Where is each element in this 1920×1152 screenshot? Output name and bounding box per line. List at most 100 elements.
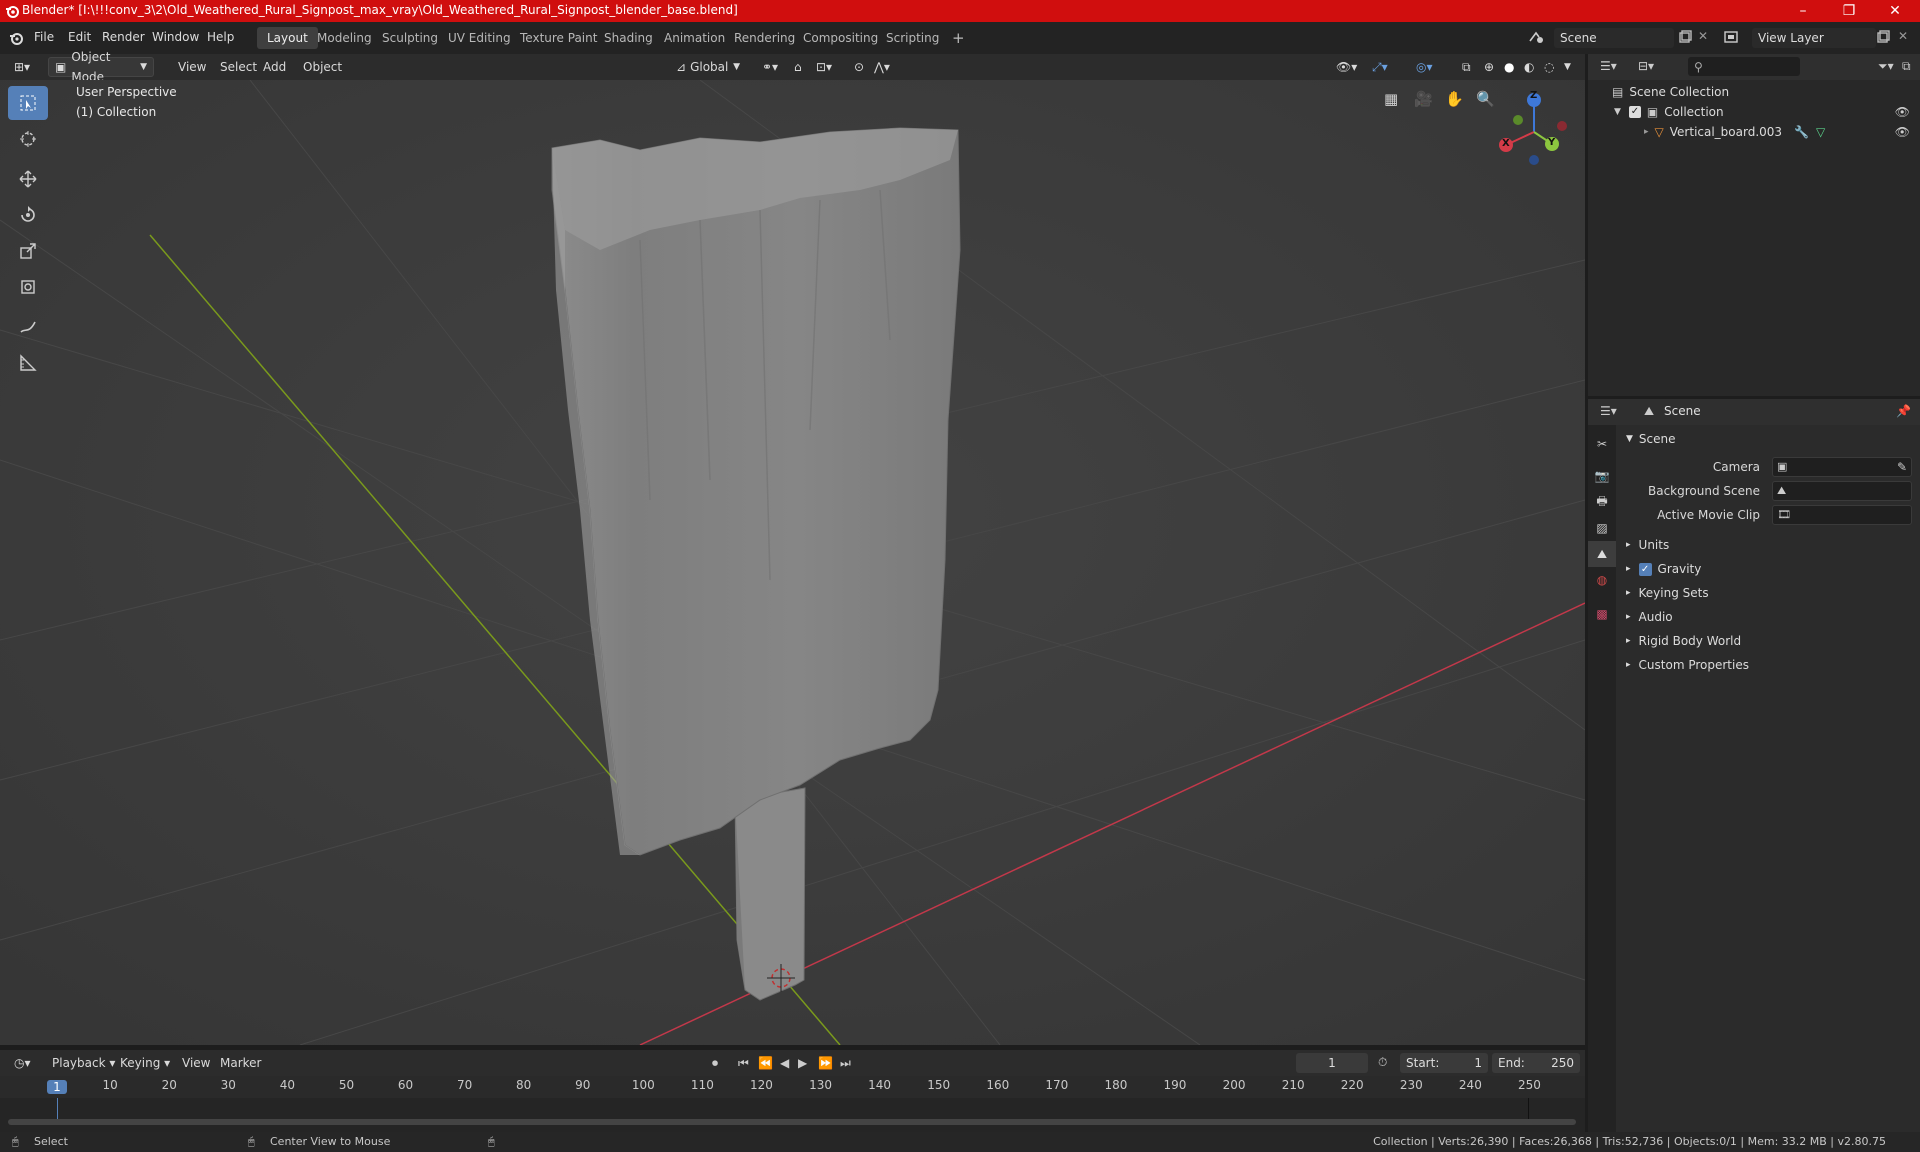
menu-help[interactable]: Help — [207, 30, 234, 44]
tab-shading[interactable]: Shading — [594, 27, 663, 49]
timeline-tick[interactable]: 230 — [1400, 1078, 1423, 1092]
timeline-tick[interactable]: 120 — [750, 1078, 773, 1092]
timeline-tick-current[interactable]: 1 — [47, 1080, 67, 1094]
timeline-tick[interactable]: 100 — [632, 1078, 655, 1092]
play-reverse-icon[interactable]: ◀ — [780, 1056, 789, 1070]
timeline-tick[interactable]: 130 — [809, 1078, 832, 1092]
mesh-data-icon[interactable]: ▽ — [1816, 122, 1825, 142]
background-scene-field[interactable]: ⛰ — [1772, 481, 1912, 501]
modifier-wrench-icon[interactable]: 🔧 — [1794, 122, 1809, 142]
annotate-tool[interactable] — [8, 310, 48, 344]
blender-menu-icon[interactable] — [8, 30, 24, 46]
jump-end-icon[interactable]: ⏭ — [840, 1056, 851, 1071]
timeline-tick[interactable]: 110 — [691, 1078, 714, 1092]
tab-world[interactable]: ◍ — [1588, 567, 1616, 593]
tab-texture-paint[interactable]: Texture Paint — [510, 27, 607, 49]
zoom-icon[interactable]: 🔍 — [1476, 90, 1495, 108]
timeline-tick[interactable]: 160 — [986, 1078, 1009, 1092]
camera-field[interactable]: ▣ ✎ — [1772, 457, 1912, 477]
keying-sets-section[interactable]: ▸ Keying Sets — [1620, 581, 1920, 605]
new-collection-icon[interactable]: ⧉ — [1902, 59, 1911, 74]
cursor-tool[interactable] — [8, 122, 48, 156]
new-view-layer-icon[interactable] — [1876, 30, 1890, 44]
collection-visibility-eye-icon[interactable]: 👁 — [1895, 102, 1910, 122]
timeline-tick[interactable]: 50 — [336, 1078, 356, 1092]
editor-type-icon[interactable]: ⊞▾ — [8, 57, 36, 77]
wireframe-shading-icon[interactable]: ⊕ — [1478, 57, 1500, 77]
tab-sculpting[interactable]: Sculpting — [372, 27, 448, 49]
outliner-search-input[interactable]: ⚲ — [1688, 57, 1800, 76]
menu-object[interactable]: Object — [297, 57, 348, 77]
view-layer-icon[interactable] — [1724, 29, 1742, 45]
units-section[interactable]: ▸ Units — [1620, 533, 1920, 557]
pin-icon[interactable]: 📌 — [1896, 404, 1911, 418]
filter-icon[interactable]: ⏷▾ — [1878, 59, 1894, 74]
timeline-tick[interactable]: 240 — [1459, 1078, 1482, 1092]
gizmo-y-label[interactable]: Y — [1548, 137, 1555, 148]
menu-file[interactable]: File — [34, 30, 54, 44]
proportional-edit-icon[interactable]: ⊙ — [848, 57, 870, 77]
toggle-perspective-icon[interactable]: ▦ — [1384, 90, 1398, 108]
delete-view-layer-icon[interactable]: ✕ — [1898, 29, 1908, 43]
scale-tool[interactable] — [8, 234, 48, 268]
timeline-tick[interactable]: 90 — [573, 1078, 593, 1092]
gravity-checkbox[interactable]: ✓ — [1638, 562, 1652, 576]
prev-keyframe-icon[interactable]: ⏪ — [758, 1056, 773, 1070]
xray-icon[interactable]: ⧉ — [1456, 57, 1477, 77]
snap-target-icon[interactable]: ⊡▾ — [810, 57, 838, 77]
outliner-row-collection[interactable]: ▼ ✓ ▣ Collection 👁 — [1588, 102, 1920, 122]
timeline-tick[interactable]: 20 — [159, 1078, 179, 1092]
rotate-tool[interactable] — [8, 198, 48, 232]
object-visibility-eye-icon[interactable]: 👁 — [1895, 122, 1910, 142]
timeline-tick[interactable]: 60 — [396, 1078, 416, 1092]
eyedropper-icon[interactable]: ✎ — [1897, 455, 1907, 479]
jump-start-icon[interactable]: ⏮ — [738, 1056, 749, 1071]
timeline-tick[interactable]: 220 — [1341, 1078, 1364, 1092]
menu-select[interactable]: Select — [214, 57, 263, 77]
measure-tool[interactable] — [8, 346, 48, 380]
scene-panel-header[interactable]: ▼ Scene — [1620, 427, 1920, 451]
rigid-body-world-section[interactable]: ▸ Rigid Body World — [1620, 629, 1920, 653]
timeline-scrollbar[interactable] — [8, 1119, 1576, 1125]
gizmo-x-label[interactable]: X — [1502, 138, 1510, 149]
minimize-button[interactable]: – — [1780, 0, 1826, 22]
overlay-toggle-icon[interactable]: ◎▾ — [1410, 57, 1439, 77]
timeline-tick[interactable]: 210 — [1282, 1078, 1305, 1092]
camera-view-icon[interactable]: 🎥 — [1414, 90, 1433, 108]
timeline-tick[interactable]: 150 — [927, 1078, 950, 1092]
gravity-section[interactable]: ▸ ✓ Gravity — [1620, 557, 1920, 581]
outliner-row-object[interactable]: ▸ ▽ Vertical_board.003 🔧 ▽ 👁 — [1588, 122, 1920, 142]
tab-animation[interactable]: Animation — [654, 27, 735, 49]
add-workspace-button[interactable]: + — [942, 27, 975, 49]
current-frame-field[interactable]: 1 — [1296, 1053, 1368, 1073]
expand-arrow-icon[interactable]: ▸ — [1644, 122, 1649, 142]
select-box-tool[interactable] — [8, 86, 48, 120]
properties-editor-type-icon[interactable]: ☰▾ — [1600, 404, 1617, 418]
outliner-row-scene-collection[interactable]: ▤ Scene Collection — [1588, 82, 1920, 102]
next-keyframe-icon[interactable]: ⏩ — [818, 1056, 833, 1070]
mode-dropdown[interactable]: ▣ Object Mode ▼ — [48, 50, 154, 84]
scene-field[interactable]: Scene — [1554, 28, 1674, 48]
custom-properties-section[interactable]: ▸ Custom Properties — [1620, 653, 1920, 677]
shading-options-icon[interactable]: ▼ — [1558, 57, 1577, 77]
menu-keying[interactable]: Keying ▾ — [114, 1053, 176, 1073]
tab-scene[interactable]: ⛰ — [1588, 541, 1616, 567]
pan-hand-icon[interactable]: ✋ — [1445, 90, 1464, 108]
tab-render[interactable]: 📷 — [1588, 463, 1616, 489]
timeline-tick[interactable]: 180 — [1104, 1078, 1127, 1092]
timeline-editor-type-icon[interactable]: ◷▾ — [8, 1053, 37, 1073]
menu-view[interactable]: View — [172, 57, 212, 77]
outliner-editor-type-icon[interactable]: ☰▾ — [1600, 59, 1617, 73]
play-icon[interactable]: ▶ — [798, 1056, 807, 1070]
transform-orientation-dropdown[interactable]: ⊿ Global ▼ — [670, 57, 746, 77]
timeline-tick[interactable]: 40 — [277, 1078, 297, 1092]
menu-marker[interactable]: Marker — [214, 1053, 267, 1073]
tab-modeling[interactable]: Modeling — [307, 27, 382, 49]
record-icon[interactable]: ⏺ — [712, 1056, 718, 1071]
tab-uv-editing[interactable]: UV Editing — [438, 27, 521, 49]
tab-tool-settings[interactable]: ✂ — [1588, 431, 1616, 457]
tab-compositing[interactable]: Compositing — [793, 27, 888, 49]
timeline-tick[interactable]: 170 — [1045, 1078, 1068, 1092]
view-layer-field[interactable]: View Layer — [1752, 28, 1876, 48]
menu-add[interactable]: Add — [257, 57, 292, 77]
